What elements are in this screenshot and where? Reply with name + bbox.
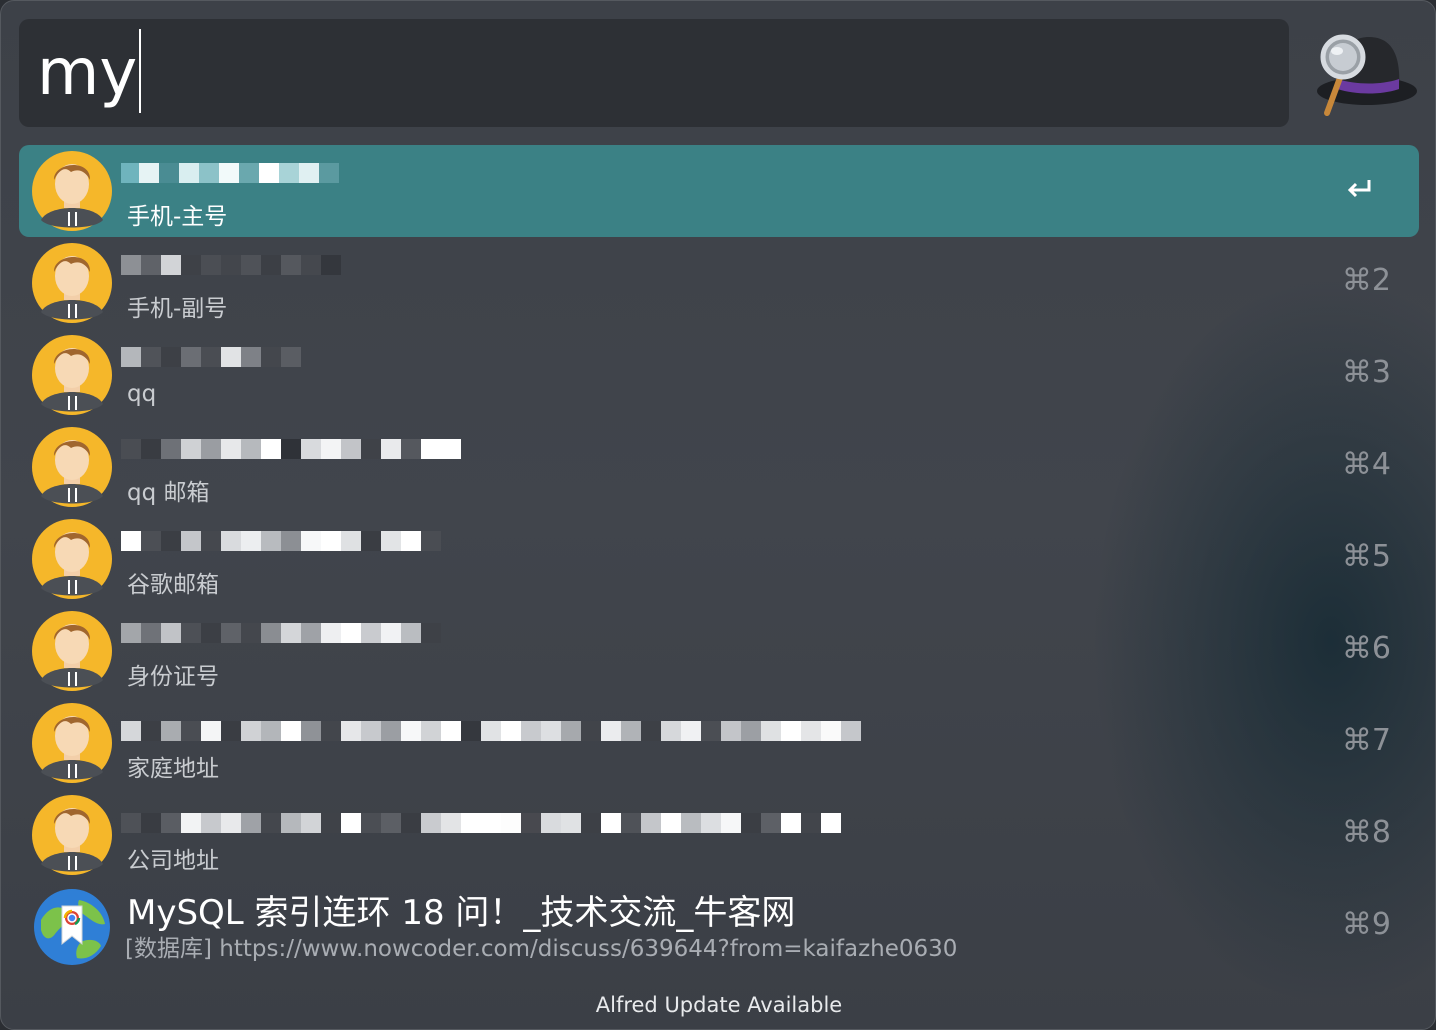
- result-subtitle: 手机-副号: [127, 296, 228, 322]
- result-row[interactable]: 谷歌邮箱 ⌘5: [19, 513, 1419, 605]
- result-row[interactable]: 手机-副号 ⌘2: [19, 237, 1419, 329]
- result-row[interactable]: 手机-主号: [19, 145, 1419, 237]
- redacted-title: [121, 613, 441, 643]
- avatar-icon: [32, 243, 112, 323]
- redacted-title: [121, 521, 441, 551]
- result-subtitle: 手机-主号: [127, 204, 228, 230]
- update-notice[interactable]: Alfred Update Available: [1, 993, 1435, 1017]
- result-subtitle: 公司地址: [127, 848, 219, 874]
- shortcut-label: ⌘5: [1341, 539, 1391, 574]
- shortcut-label: ⌘6: [1341, 631, 1391, 666]
- result-url: [数据库] https://www.nowcoder.com/discuss/6…: [125, 936, 958, 962]
- search-input[interactable]: my: [37, 29, 142, 113]
- search-query: my: [37, 36, 138, 110]
- result-subtitle: qq: [127, 381, 157, 407]
- result-subtitle: qq 邮箱: [127, 480, 210, 506]
- redacted-title: [121, 803, 841, 833]
- result-subtitle: 身份证号: [127, 664, 219, 690]
- avatar-icon: [32, 795, 112, 875]
- result-title: MySQL 索引连环 18 问！_技术交流_牛客网: [127, 893, 796, 933]
- shortcut-label: ⌘8: [1341, 815, 1391, 850]
- redacted-title: [121, 337, 301, 367]
- shortcut-label: ⌘4: [1341, 447, 1391, 482]
- redacted-title: [121, 429, 461, 459]
- redacted-title: [121, 245, 341, 275]
- shortcut-label: ⌘7: [1341, 723, 1391, 758]
- avatar-icon: [32, 519, 112, 599]
- result-row[interactable]: 家庭地址 ⌘7: [19, 697, 1419, 789]
- result-row[interactable]: 公司地址 ⌘8: [19, 789, 1419, 881]
- text-caret: [139, 29, 142, 113]
- chrome-bookmark-icon: [34, 889, 110, 965]
- search-field[interactable]: my: [19, 19, 1289, 127]
- avatar-icon: [32, 703, 112, 783]
- avatar-icon: [32, 151, 112, 231]
- result-row[interactable]: MySQL 索引连环 18 问！_技术交流_牛客网 [数据库] https://…: [19, 881, 1419, 973]
- shortcut-label: ⌘2: [1341, 263, 1391, 298]
- result-row[interactable]: 身份证号 ⌘6: [19, 605, 1419, 697]
- redacted-title: [121, 711, 861, 741]
- avatar-icon: [32, 335, 112, 415]
- redacted-title: [121, 153, 339, 183]
- result-subtitle: 家庭地址: [127, 756, 219, 782]
- shortcut-label: ⌘9: [1341, 907, 1391, 942]
- return-key-icon: [1347, 180, 1371, 198]
- result-row[interactable]: qq ⌘3: [19, 329, 1419, 421]
- shortcut-label: ⌘3: [1341, 355, 1391, 390]
- avatar-icon: [32, 611, 112, 691]
- result-subtitle: 谷歌邮箱: [127, 572, 219, 598]
- alfred-hat-icon[interactable]: [1307, 27, 1419, 119]
- result-row[interactable]: qq 邮箱 ⌘4: [19, 421, 1419, 513]
- alfred-window: my 手机-主号 手机-副号 ⌘2 qq ⌘3 qq 邮箱 ⌘4 谷歌邮箱 ⌘5…: [0, 0, 1436, 1030]
- avatar-icon: [32, 427, 112, 507]
